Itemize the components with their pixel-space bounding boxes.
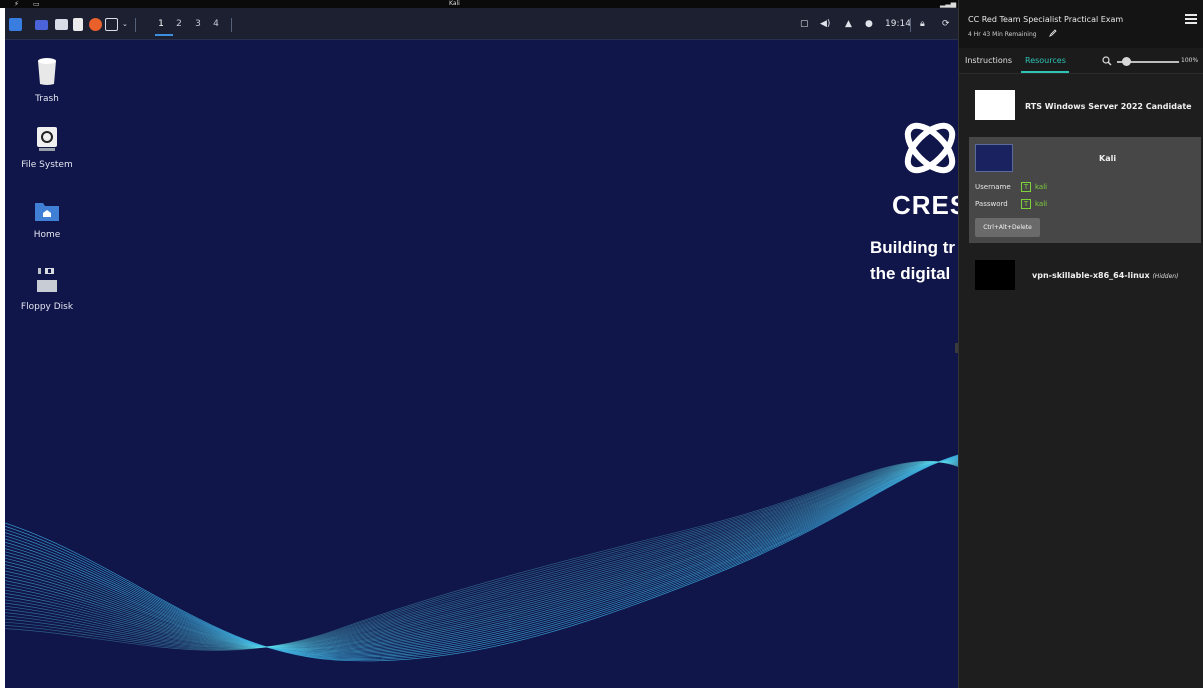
- host-top-strip: ⚡ ▭ Kali ▂▃▅: [0, 0, 958, 8]
- drive-icon: [37, 127, 57, 151]
- resource-name-windows-server[interactable]: RTS Windows Server 2022 Candidate: [1025, 102, 1192, 111]
- password-label: Password: [975, 200, 1008, 208]
- panel-header: CC Red Team Specialist Practical Exam 4 …: [959, 0, 1203, 48]
- workspace-4-button[interactable]: 4: [209, 16, 223, 32]
- taskbar-separator: [231, 18, 232, 32]
- crest-logo-icon: [904, 122, 956, 174]
- type-text-icon[interactable]: T: [1021, 199, 1031, 209]
- wave-line: [5, 458, 958, 652]
- wave-line: [5, 460, 958, 649]
- screen: ⚡ ▭ Kali ▂▃▅ ⌄ 1 2 3 4 ▢ ◀) ▲ ● 19:14 🔒︎…: [0, 0, 1203, 688]
- lock-icon[interactable]: 🔒︎: [920, 16, 925, 32]
- resource-thumbnail-windows-server[interactable]: [975, 90, 1015, 120]
- desktop-icon-file-system[interactable]: File System: [7, 126, 87, 170]
- resource-hidden-badge: (Hidden): [1152, 273, 1179, 280]
- chevron-down-icon[interactable]: ⌄: [122, 16, 128, 32]
- wallpaper-tagline-line1: Building tr: [870, 238, 955, 257]
- terminal-icon[interactable]: [105, 18, 118, 31]
- type-text-icon[interactable]: T: [1021, 182, 1031, 192]
- signal-icon: ▂▃▅: [940, 0, 957, 8]
- resource-name-vpn-text: vpn-skillable-x86_64-linux: [1032, 271, 1150, 280]
- wave-line: [5, 461, 958, 649]
- password-value[interactable]: kali: [1035, 200, 1047, 208]
- active-tab-indicator: [1021, 71, 1069, 73]
- monitor-icon: ▭: [33, 0, 40, 8]
- kali-menu-icon[interactable]: [9, 18, 22, 31]
- show-desktop-icon[interactable]: [35, 20, 48, 30]
- vm-desktop[interactable]: ⌄ 1 2 3 4 ▢ ◀) ▲ ● 19:14 🔒︎ ⟳ Trash File…: [5, 8, 958, 688]
- taskbar-clock[interactable]: 19:14: [885, 16, 911, 32]
- taskbar-separator: [135, 18, 136, 32]
- hamburger-menu-icon[interactable]: [1185, 14, 1197, 24]
- trash-icon: [38, 58, 56, 85]
- wallpaper-wave-lines: [5, 454, 958, 662]
- exam-title: CC Red Team Specialist Practical Exam: [968, 15, 1124, 24]
- logout-icon[interactable]: ⟳: [942, 16, 950, 32]
- resource-thumbnail-kali[interactable]: [975, 144, 1013, 172]
- file-manager-icon[interactable]: [55, 19, 68, 30]
- tab-resources[interactable]: Resources: [1025, 56, 1066, 65]
- wave-line: [5, 460, 958, 649]
- desktop-icon-label: Floppy Disk: [20, 302, 74, 312]
- taskbar-separator: [910, 18, 911, 32]
- wallpaper-tagline-line2: the digital: [870, 264, 951, 283]
- text-editor-icon[interactable]: [73, 18, 83, 31]
- desktop-icon-label: Trash: [35, 94, 59, 104]
- desktop-icon-label: Home: [33, 230, 61, 240]
- wallpaper-logo-text: CRES: [892, 190, 958, 220]
- wave-line: [5, 460, 958, 651]
- ctrl-alt-delete-button[interactable]: Ctrl+Alt+Delete: [975, 218, 1040, 237]
- wave-line: [5, 456, 958, 655]
- edit-pencil-icon[interactable]: [1049, 29, 1057, 37]
- lab-side-panel: CC Red Team Specialist Practical Exam 4 …: [958, 0, 1203, 688]
- resource-name-kali: Kali: [1099, 154, 1117, 163]
- zoom-value: 100%: [1181, 57, 1199, 64]
- desktop-icon-trash[interactable]: Trash: [7, 56, 87, 104]
- tab-instructions[interactable]: Instructions: [965, 56, 1012, 65]
- active-workspace-indicator: [155, 34, 173, 36]
- resource-thumbnail-vpn[interactable]: [975, 260, 1015, 290]
- workspace-2-button[interactable]: 2: [172, 16, 186, 32]
- wave-line: [5, 459, 958, 650]
- resource-name-vpn[interactable]: vpn-skillable-x86_64-linux (Hidden): [1032, 271, 1178, 280]
- wave-line: [5, 454, 958, 660]
- wave-line: [5, 454, 958, 662]
- display-icon[interactable]: ▢: [800, 16, 809, 32]
- firefox-icon[interactable]: [89, 18, 102, 31]
- desktop-icon-floppy[interactable]: Floppy Disk: [7, 266, 87, 312]
- lightning-icon: ⚡: [14, 0, 19, 8]
- time-remaining: 4 Hr 43 Min Remaining: [968, 31, 1037, 38]
- wave-line: [5, 461, 958, 649]
- workspace-3-button[interactable]: 3: [191, 16, 205, 32]
- volume-icon[interactable]: ◀): [820, 16, 830, 32]
- vm-window-title: Kali: [449, 0, 460, 7]
- zoom-search-icon: [1102, 56, 1112, 66]
- floppy-icon: [37, 268, 57, 292]
- username-label: Username: [975, 183, 1011, 191]
- username-value[interactable]: kali: [1035, 183, 1047, 191]
- wave-line: [5, 461, 958, 649]
- desktop-icon-label: File System: [21, 160, 73, 170]
- power-status-icon[interactable]: ●: [865, 16, 873, 32]
- home-folder-icon: [35, 203, 59, 221]
- workspace-1-button[interactable]: 1: [154, 16, 168, 32]
- xfce-taskbar: ⌄ 1 2 3 4 ▢ ◀) ▲ ● 19:14 🔒︎ ⟳: [5, 8, 958, 40]
- notification-bell-icon[interactable]: ▲: [845, 16, 852, 32]
- desktop-icon-home[interactable]: Home: [7, 200, 87, 240]
